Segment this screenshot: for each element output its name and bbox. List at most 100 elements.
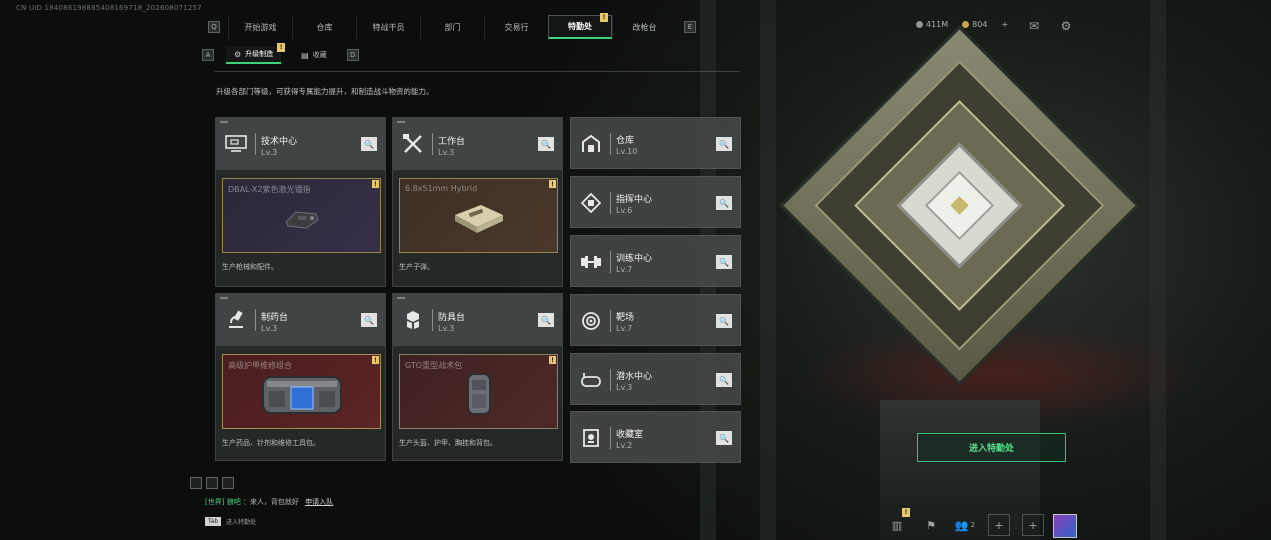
tab-department[interactable]: 部门	[420, 15, 484, 39]
monitor-icon	[224, 132, 248, 156]
flag-icon[interactable]: ⚑	[920, 514, 942, 536]
department-card-shooting-range[interactable]: 靶场 Lv.7 🔍	[570, 294, 741, 346]
stats-icon[interactable]: ▥!	[886, 508, 910, 536]
enter-special-ops-button[interactable]: 进入特勤处	[917, 433, 1066, 462]
department-level: Lv.7	[616, 324, 633, 333]
workshop-name: 防具台	[438, 313, 466, 323]
notification-badge: !	[277, 43, 286, 52]
tab-special-ops[interactable]: 特勤处 !	[548, 13, 612, 39]
chat-message: [世界] 狼吧 ：来人，背包就好 申请入队	[205, 497, 333, 507]
avatar[interactable]	[1053, 514, 1077, 538]
department-level: Lv.2	[616, 441, 633, 450]
product-preview[interactable]: DBAL-X2紫色激光镭指 !	[222, 178, 381, 253]
nav-next-key[interactable]: E	[684, 21, 696, 33]
silver-amount: 411M	[926, 20, 949, 29]
top-icons: ✉ ⚙	[1024, 16, 1088, 36]
department-card-training-center[interactable]: 训练中心 Lv.7 🔍	[570, 235, 741, 287]
gold-coin-icon	[962, 21, 970, 28]
department-level: Lv.6	[616, 206, 633, 215]
search-icon[interactable]: 🔍	[716, 314, 732, 328]
department-name: 潜水中心	[616, 372, 653, 382]
workshop-name: 制药台	[261, 313, 289, 323]
workshop-name: 技术中心	[261, 137, 298, 147]
collection-icon: ▤	[301, 50, 309, 60]
department-name: 靶场	[616, 313, 635, 323]
bg-pillar	[760, 0, 776, 540]
tab-key: Tab	[205, 517, 222, 526]
tab-gunsmith[interactable]: 改枪台	[612, 15, 676, 39]
workshop-card-workbench[interactable]: 工作台 Lv.3 🔍 6.8x51mm Hybrid ! 生产子弹。	[392, 117, 563, 287]
craft-icon: ⚙	[234, 49, 242, 59]
department-level: Lv.7	[616, 265, 633, 274]
bottom-toolbar: ▥! ⚑ 👥 2 + +	[886, 508, 1056, 536]
tab-warehouse[interactable]: 仓库	[292, 15, 356, 39]
subnav-next-key[interactable]: D	[346, 49, 359, 61]
search-icon[interactable]: 🔍	[716, 431, 732, 445]
mail-icon[interactable]: ✉	[1024, 16, 1044, 36]
workshop-card-armor-bench[interactable]: 防具台 Lv.3 🔍 GTO重型战术包 ! 生产头盔、护甲、胸挂和背包。	[392, 293, 563, 461]
product-preview[interactable]: 高级护甲维修组合 !	[222, 354, 381, 429]
workshop-level: Lv.3	[261, 324, 278, 333]
nav-prev-key[interactable]: Q	[208, 21, 220, 33]
notification-badge: !	[372, 180, 379, 188]
diving-icon	[579, 368, 603, 392]
subnav-prev-key[interactable]: A	[202, 49, 214, 61]
product-name: 6.8x51mm Hybrid	[405, 184, 478, 193]
tools-icon	[401, 132, 425, 156]
search-icon[interactable]: 🔍	[716, 255, 732, 269]
product-preview[interactable]: 6.8x51mm Hybrid !	[399, 178, 558, 253]
page-description: 升级各部门等级，可获得专属能力提升，和制造战斗物资的能力。	[216, 87, 434, 96]
ammo-box-image	[451, 201, 507, 239]
subtab-collection[interactable]: ▤ 收藏	[293, 46, 335, 64]
currency-add-icon[interactable]: +	[1001, 20, 1008, 29]
microscope-icon	[224, 308, 248, 332]
workshop-card-pharmacy[interactable]: 制药台 Lv.3 🔍 高级护甲维修组合 ! 生产药品、针剂和维修工具包。	[215, 293, 386, 461]
gear-icon[interactable]: ⚙	[1056, 16, 1076, 36]
tab-start-game[interactable]: 开始游戏	[228, 15, 292, 39]
tab-trade[interactable]: 交易行	[484, 15, 548, 39]
department-level: Lv.10	[616, 147, 638, 156]
search-icon[interactable]: 🔍	[538, 137, 554, 151]
workshop-level: Lv.3	[261, 148, 278, 157]
card-header: 制药台 Lv.3 🔍	[216, 294, 385, 346]
add-slot-button[interactable]: +	[1022, 514, 1044, 536]
backpack-image	[462, 370, 496, 422]
trophy-icon	[579, 426, 603, 450]
join-team-link[interactable]: 申请入队	[305, 498, 333, 506]
department-card-command-center[interactable]: 指挥中心 Lv.6 🔍	[570, 176, 741, 228]
chat-tab[interactable]	[222, 477, 234, 489]
search-icon[interactable]: 🔍	[538, 313, 554, 327]
chat-channel: [世界]	[205, 498, 225, 506]
add-slot-button[interactable]: +	[988, 514, 1010, 536]
workshop-card-tech-center[interactable]: 技术中心 Lv.3 🔍 DBAL-X2紫色激光镭指 ! 生产枪械和配件。	[215, 117, 386, 287]
search-icon[interactable]: 🔍	[361, 137, 377, 151]
top-nav: Q 开始游戏 仓库 特战干员 部门 交易行 特勤处 ! 改枪台 E	[200, 13, 704, 40]
notification-badge: !	[372, 356, 379, 364]
subtab-collection-label: 收藏	[312, 51, 327, 59]
search-icon[interactable]: 🔍	[716, 373, 732, 387]
notification-badge: !	[549, 356, 556, 364]
notification-badge: !	[549, 180, 556, 188]
tab-operators[interactable]: 特战干员	[356, 15, 420, 39]
chat-tab[interactable]	[206, 477, 218, 489]
department-name: 收藏室	[616, 430, 644, 440]
department-card-diving-center[interactable]: 潜水中心 Lv.3 🔍	[570, 353, 741, 405]
product-preview[interactable]: GTO重型战术包 !	[399, 354, 558, 429]
department-card-warehouse[interactable]: 仓库 Lv.10 🔍	[570, 117, 741, 169]
product-name: GTO重型战术包	[405, 361, 463, 370]
department-name: 训练中心	[616, 254, 653, 264]
department-level: Lv.3	[616, 383, 633, 392]
search-icon[interactable]: 🔍	[716, 137, 732, 151]
friends-icon[interactable]: 👥 2	[954, 514, 976, 536]
subtab-upgrade-craft[interactable]: ⚙ 升级制造 !	[226, 43, 286, 64]
chat-tab[interactable]	[190, 477, 202, 489]
friends-count: 2	[970, 521, 976, 529]
search-icon[interactable]: 🔍	[716, 196, 732, 210]
armor-icon	[401, 308, 425, 332]
bg-pillar	[1150, 0, 1166, 540]
search-icon[interactable]: 🔍	[361, 313, 377, 327]
repair-kit-image	[259, 369, 345, 423]
tab-hint: Tab 进入特勤处	[205, 517, 256, 526]
department-card-collection-room[interactable]: 收藏室 Lv.2 🔍	[570, 411, 741, 463]
chat-sender[interactable]: 狼吧	[227, 498, 241, 506]
